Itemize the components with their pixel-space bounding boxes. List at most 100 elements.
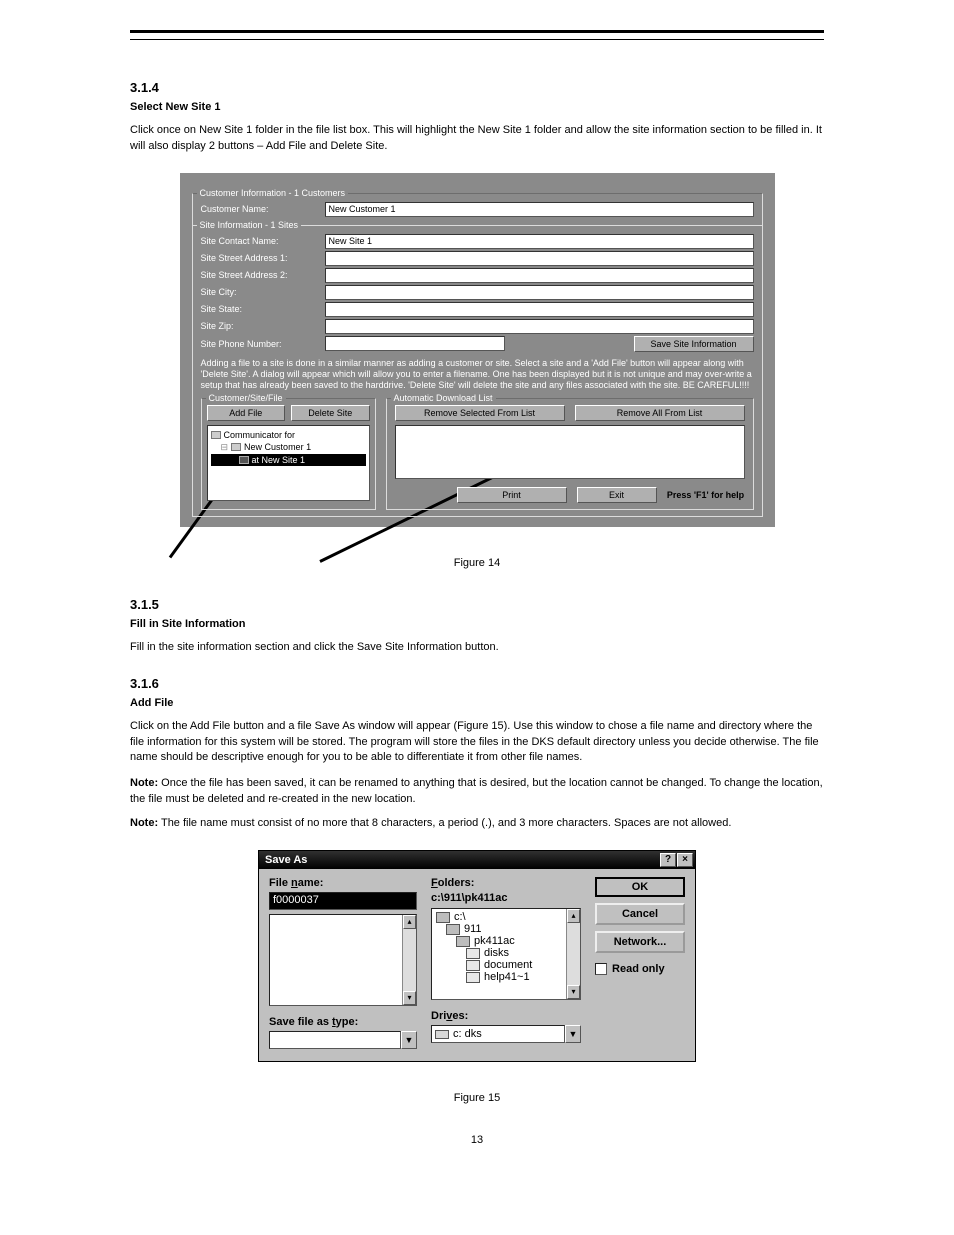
checkbox-icon[interactable] [595,963,607,975]
note: Note: The file name must consist of no m… [130,816,824,832]
site-addr1-input[interactable] [325,251,754,266]
group-legend: Site Information - 1 Sites [197,220,302,230]
add-file-button[interactable]: Add File [207,405,286,421]
filename-label: File name: [269,877,417,889]
folder-item[interactable]: c:\ [436,911,564,923]
figure-15: Save As ? × File name: f0000037 ▴ ▾ [130,850,824,1104]
section-title: Add File [130,697,824,709]
drives-label: Drives: [431,1010,581,1022]
site-state-input[interactable] [325,302,754,317]
folder-icon [466,948,480,959]
save-type-combo[interactable]: ▼ [269,1031,417,1049]
scroll-up-icon[interactable]: ▴ [567,909,580,923]
site-addr1-label: Site Street Address 1: [201,253,319,263]
ok-button[interactable]: OK [595,877,685,897]
site-info-group: Site Information - 1 Sites Site Contact … [192,226,763,517]
folders-listbox[interactable]: c:\ 911 pk411ac disks document help41~1 … [431,908,581,1000]
folder-label: pk411ac [474,935,515,947]
file-tree[interactable]: Communicator for ⊟New Customer 1 at New … [207,425,370,501]
scroll-down-icon[interactable]: ▾ [567,985,580,999]
folders-label: Folders: [431,877,581,889]
exit-button[interactable]: Exit [577,487,657,503]
tree-customer[interactable]: ⊟New Customer 1 [211,441,366,454]
site-addr2-label: Site Street Address 2: [201,270,319,280]
download-listbox[interactable] [395,425,745,479]
site-zip-label: Site Zip: [201,321,319,331]
folder-label: 911 [464,923,482,935]
customer-name-input[interactable]: New Customer 1 [325,202,754,217]
remove-selected-button[interactable]: Remove Selected From List [395,405,565,421]
app-window: Customer Information - 1 Customers Custo… [180,173,775,527]
section-number: 3.1.4 [130,80,824,95]
chevron-down-icon[interactable]: ▼ [401,1031,417,1049]
save-as-dialog: Save As ? × File name: f0000037 ▴ ▾ [258,850,696,1062]
site-zip-input[interactable] [325,319,754,334]
customer-name-label: Customer Name: [201,204,319,214]
chevron-down-icon[interactable]: ▼ [565,1025,581,1043]
folder-icon [466,972,480,983]
drive-label: c: dks [453,1028,482,1040]
cancel-button[interactable]: Cancel [595,903,685,925]
folder-item[interactable]: help41~1 [436,971,564,983]
folder-label: document [484,959,532,971]
scroll-down-icon[interactable]: ▾ [403,991,416,1005]
scrollbar[interactable]: ▴ ▾ [566,909,580,999]
note-text: Once the file has been saved, it can be … [130,777,823,805]
site-phone-input[interactable] [325,336,505,351]
header-rule [130,30,824,40]
site-contact-label: Site Contact Name: [201,236,319,246]
readonly-label: Read only [612,963,665,975]
dialog-title: Save As [265,854,307,866]
section-number: 3.1.5 [130,597,824,612]
folder-label: help41~1 [484,971,530,983]
folder-icon [466,960,480,971]
site-city-input[interactable] [325,285,754,300]
folder-label: disks [484,947,509,959]
readonly-checkbox-row[interactable]: Read only [595,963,685,975]
tree-label: Communicator for [224,430,296,440]
tree-root[interactable]: Communicator for [211,429,366,441]
site-contact-input[interactable]: New Site 1 [325,234,754,249]
folder-icon [231,443,241,451]
drives-combo[interactable]: c: dks ▼ [431,1025,581,1043]
folder-open-icon [436,912,450,923]
tree-label: New Customer 1 [244,442,311,452]
delete-site-button[interactable]: Delete Site [291,405,370,421]
note-text: The file name must consist of no more th… [161,817,731,829]
help-text: Adding a file to a site is done in a sim… [201,358,754,392]
site-state-label: Site State: [201,304,319,314]
site-phone-label: Site Phone Number: [201,339,319,349]
site-addr2-input[interactable] [325,268,754,283]
site-city-label: Site City: [201,287,319,297]
close-icon[interactable]: × [677,853,693,867]
note-label: Note: [130,817,158,829]
dialog-titlebar: Save As ? × [259,851,695,869]
folder-item[interactable]: pk411ac [436,935,564,947]
auto-download-group: Automatic Download List Remove Selected … [386,398,754,510]
scrollbar[interactable]: ▴ ▾ [402,915,416,1005]
folder-item[interactable]: disks [436,947,564,959]
save-site-info-button[interactable]: Save Site Information [634,336,754,352]
drive-icon [435,1030,449,1039]
figure-caption: Figure 15 [130,1092,824,1104]
figure-caption: Figure 14 [130,557,824,569]
body-paragraph: Fill in the site information section and… [130,640,824,656]
section-title: Select New Site 1 [130,101,824,113]
print-button[interactable]: Print [457,487,567,503]
folder-item[interactable]: 911 [436,923,564,935]
remove-all-button[interactable]: Remove All From List [575,405,745,421]
figure-14: Customer Information - 1 Customers Custo… [130,173,824,569]
help-icon[interactable]: ? [660,853,676,867]
note: Note: Once the file has been saved, it c… [130,776,824,808]
page-number: 13 [130,1134,824,1146]
group-legend: Customer/Site/File [206,393,286,403]
body-paragraph: Click once on New Site 1 folder in the f… [130,123,824,155]
file-listbox[interactable]: ▴ ▾ [269,914,417,1006]
folder-open-icon [446,924,460,935]
tree-site-selected[interactable]: at New Site 1 [211,454,366,466]
body-paragraph: Click on the Add File button and a file … [130,719,824,767]
filename-input[interactable]: f0000037 [269,892,417,910]
folder-item[interactable]: document [436,959,564,971]
scroll-up-icon[interactable]: ▴ [403,915,416,929]
network-button[interactable]: Network... [595,931,685,953]
